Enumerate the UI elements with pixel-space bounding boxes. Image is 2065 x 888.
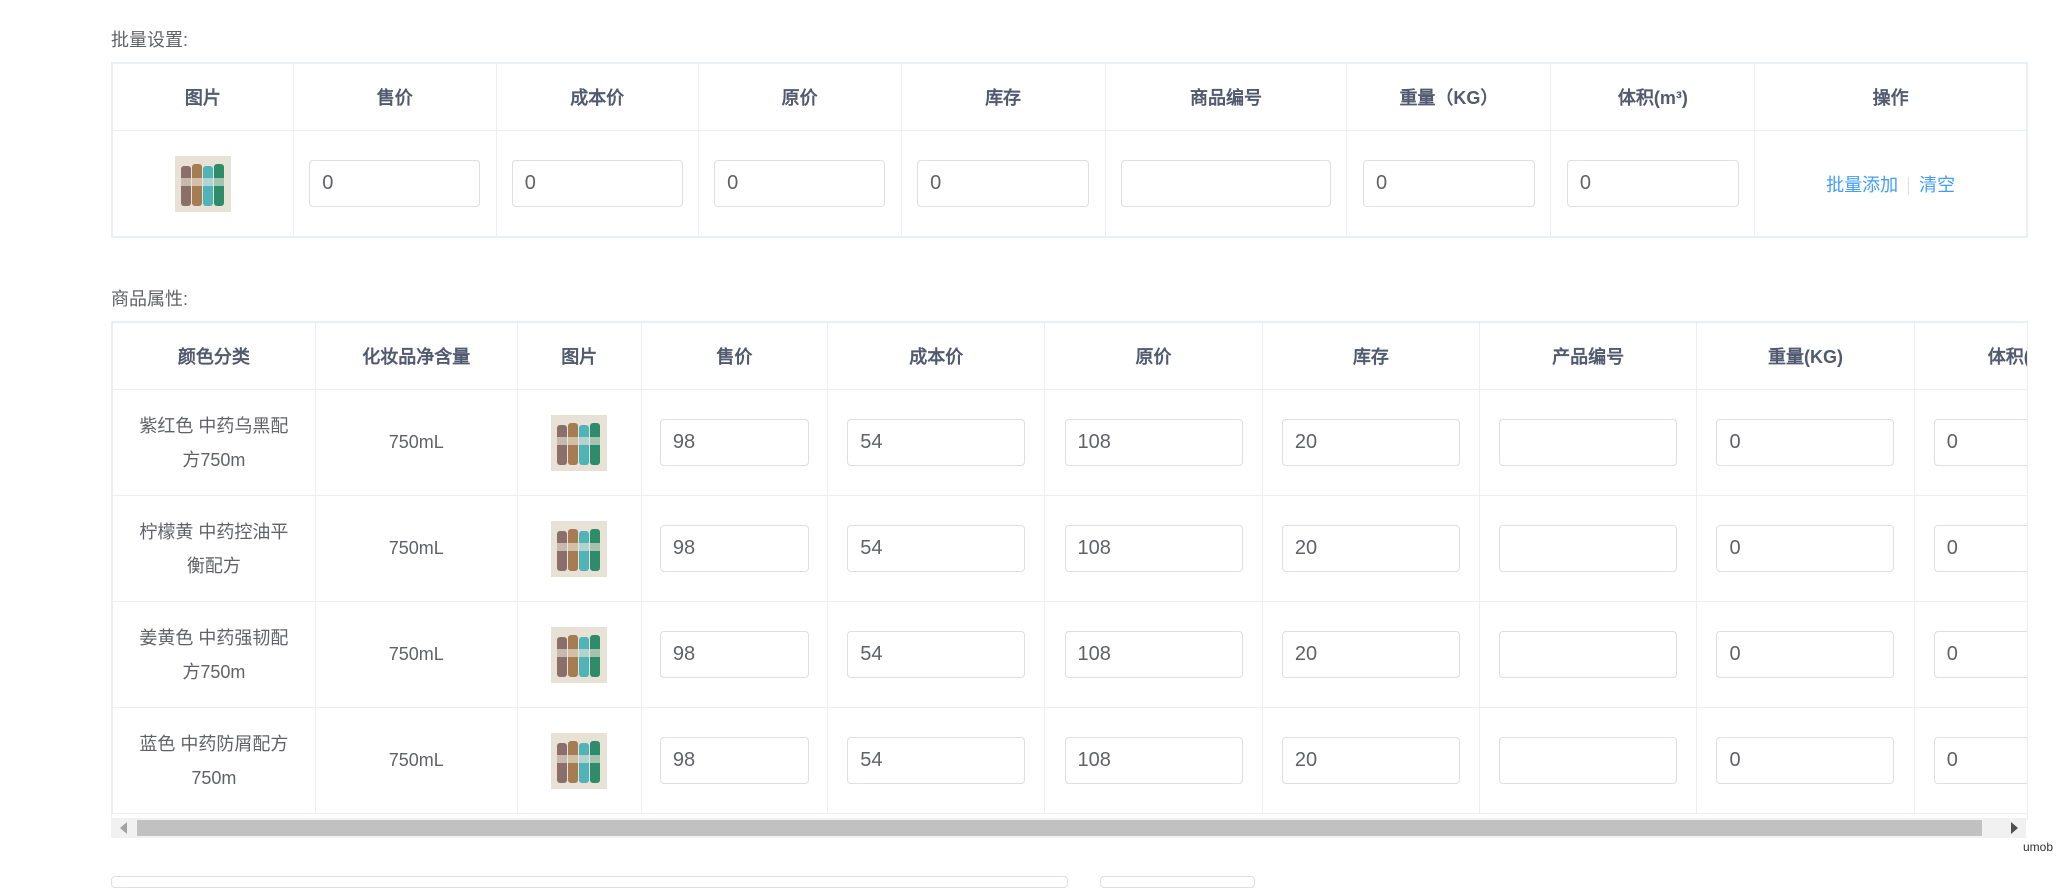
batch-add-button[interactable]: 批量添加 (1826, 175, 1898, 195)
volume-input[interactable] (1933, 737, 2027, 784)
color-cell: 姜黄色 中药强韧配方750m (112, 601, 316, 708)
table-row: 批量添加 清空 (112, 130, 2027, 237)
col-header-image: 图片 (516, 322, 642, 390)
table-row: 柠檬黄 中药控油平衡配方 750mL (112, 495, 2027, 602)
batch-price-input[interactable] (309, 160, 481, 207)
volume-input[interactable] (1933, 525, 2027, 572)
net-content-cell: 750mL (314, 389, 518, 496)
scroll-left-arrow-icon[interactable] (120, 822, 127, 834)
stock-input[interactable] (1281, 419, 1460, 466)
original-price-input[interactable] (1064, 631, 1243, 678)
net-content-cell: 750mL (314, 495, 518, 602)
color-cell: 紫红色 中药乌黑配方750m (112, 389, 316, 496)
col-header-cost: 成本价 (827, 322, 1046, 390)
col-header-cost: 成本价 (495, 63, 699, 131)
product-thumbnail-icon[interactable] (551, 732, 608, 789)
weight-input[interactable] (1716, 631, 1895, 678)
col-header-price: 售价 (640, 322, 829, 390)
table-row: 蓝色 中药防屑配方750m 750mL (112, 707, 2027, 814)
scrollbar-thumb[interactable] (137, 820, 1982, 836)
weight-input[interactable] (1716, 525, 1895, 572)
original-price-input[interactable] (1064, 737, 1243, 784)
cost-input[interactable] (847, 525, 1026, 572)
volume-input[interactable] (1933, 631, 2027, 678)
net-content-cell: 750mL (314, 707, 518, 814)
weight-input[interactable] (1716, 737, 1895, 784)
price-input[interactable] (659, 525, 809, 572)
product-thumbnail-icon[interactable] (551, 520, 608, 577)
product-code-input[interactable] (1499, 419, 1678, 466)
cost-input[interactable] (847, 419, 1026, 466)
stock-input[interactable] (1281, 525, 1460, 572)
action-divider (1908, 176, 1910, 195)
product-thumbnail-icon[interactable] (551, 414, 608, 471)
col-header-volume: 体积(m³) (1550, 63, 1756, 131)
product-code-input[interactable] (1499, 525, 1678, 572)
product-code-input[interactable] (1499, 631, 1678, 678)
original-price-input[interactable] (1064, 525, 1243, 572)
original-price-input[interactable] (1064, 419, 1243, 466)
horizontal-scrollbar[interactable] (111, 818, 2026, 838)
weight-input[interactable] (1716, 419, 1895, 466)
color-cell: 柠檬黄 中药控油平衡配方 (112, 495, 316, 602)
product-code-input[interactable] (1499, 737, 1678, 784)
col-header-weight: 重量(KG) (1696, 322, 1915, 390)
clear-button[interactable]: 清空 (1919, 175, 1955, 195)
product-thumbnail-icon[interactable] (174, 155, 231, 212)
col-header-net-content: 化妆品净含量 (314, 322, 518, 390)
price-input[interactable] (659, 419, 809, 466)
batch-product-code-input[interactable] (1121, 160, 1331, 207)
col-header-product-code: 商品编号 (1104, 63, 1348, 131)
table-row: 紫红色 中药乌黑配方750m 750mL (112, 389, 2027, 496)
watermark-logo: umob (2022, 840, 2053, 854)
cost-input[interactable] (847, 631, 1026, 678)
cost-input[interactable] (847, 737, 1026, 784)
col-header-actions: 操作 (1754, 63, 2027, 131)
bottom-field-secondary[interactable] (1100, 876, 1255, 888)
batch-weight-input[interactable] (1362, 160, 1535, 207)
col-header-stock: 库存 (900, 63, 1106, 131)
col-header-original-price: 原价 (697, 63, 902, 131)
col-header-volume: 体积(m³) (1913, 322, 2027, 390)
price-input[interactable] (659, 631, 809, 678)
table-header-row: 颜色分类 化妆品净含量 图片 售价 成本价 原价 库存 产品编号 重量(KG) … (112, 322, 2027, 390)
col-header-color: 颜色分类 (112, 322, 316, 390)
batch-cost-input[interactable] (511, 160, 683, 207)
price-input[interactable] (659, 737, 809, 784)
table-row: 姜黄色 中药强韧配方750m 750mL (112, 601, 2027, 708)
product-thumbnail-icon[interactable] (551, 626, 608, 683)
batch-volume-input[interactable] (1566, 160, 1739, 207)
table-header-row: 图片 售价 成本价 原价 库存 商品编号 重量（KG） 体积(m³) 操作 (112, 63, 2027, 131)
col-header-price: 售价 (292, 63, 497, 131)
batch-original-price-input[interactable] (714, 160, 886, 207)
net-content-cell: 750mL (314, 601, 518, 708)
stock-input[interactable] (1281, 631, 1460, 678)
volume-input[interactable] (1933, 419, 2027, 466)
stock-input[interactable] (1281, 737, 1460, 784)
product-attributes-table: 颜色分类 化妆品净含量 图片 售价 成本价 原价 库存 产品编号 重量(KG) … (111, 321, 2028, 820)
scroll-right-arrow-icon[interactable] (2011, 822, 2018, 834)
col-header-weight: 重量（KG） (1346, 63, 1552, 131)
col-header-original-price: 原价 (1044, 322, 1263, 390)
product-attributes-label: 商品属性: (111, 289, 189, 309)
col-header-product-code: 产品编号 (1478, 322, 1698, 390)
batch-settings-table: 图片 售价 成本价 原价 库存 商品编号 重量（KG） 体积(m³) 操作 批量… (111, 62, 2028, 238)
color-cell: 蓝色 中药防屑配方750m (112, 707, 316, 814)
bottom-field[interactable] (111, 876, 1068, 888)
col-header-stock: 库存 (1261, 322, 1480, 390)
batch-stock-input[interactable] (917, 160, 1090, 207)
col-header-image: 图片 (112, 63, 294, 131)
batch-settings-label: 批量设置: (111, 30, 189, 50)
